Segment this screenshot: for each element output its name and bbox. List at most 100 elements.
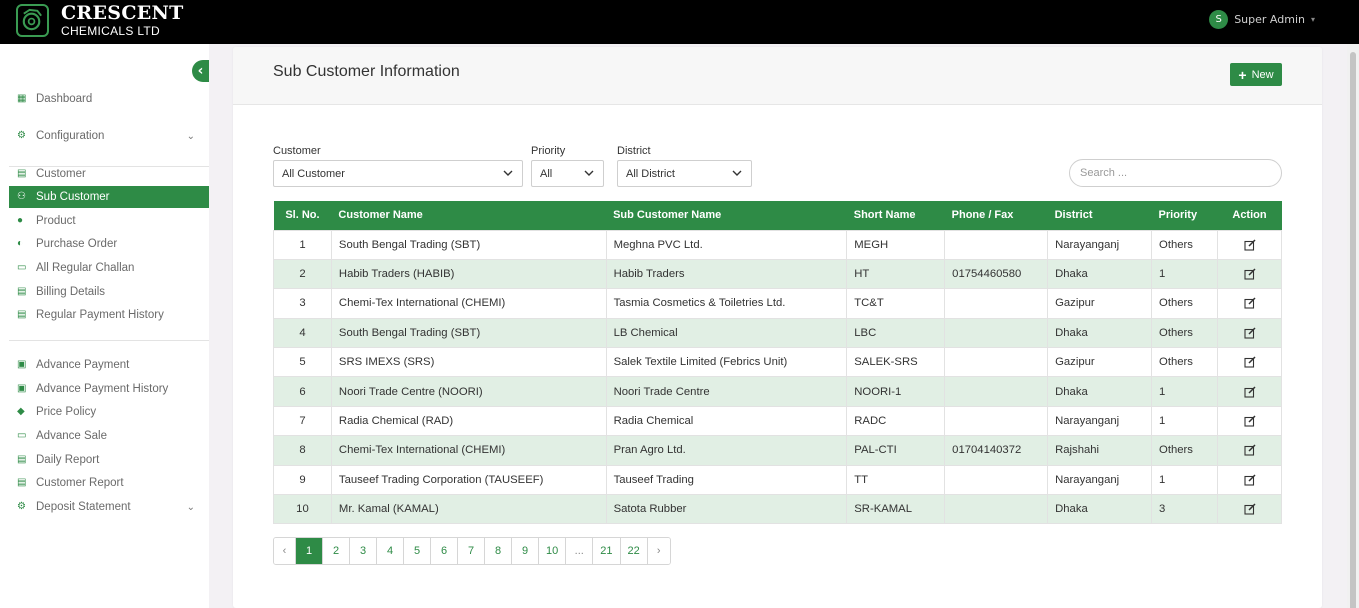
column-header[interactable]: Short Name [847,201,945,230]
edit-icon[interactable] [1243,239,1256,251]
avatar: S [1209,10,1229,29]
sidebar-item-purchase-order[interactable]: ◐ Purchase Order [9,233,209,255]
pagination-page-1[interactable]: 1 [296,538,323,564]
new-button[interactable]: + New [1230,63,1282,86]
edit-icon[interactable] [1243,356,1256,368]
scrollbar-thumb[interactable] [1350,52,1356,608]
edit-icon[interactable] [1243,415,1256,427]
sidebar-item-product[interactable]: ● Product [9,210,209,232]
priority-filter-select[interactable]: All [531,160,604,187]
priority-filter-label: Priority [531,145,566,157]
table-cell: Chemi-Tex International (CHEMI) [330,288,607,319]
table-cell: 9 [273,464,332,496]
table-cell: South Bengal Trading (SBT) [330,229,607,260]
table-cell: SR-KAMAL [846,494,946,525]
edit-icon[interactable] [1243,327,1256,339]
customer-filter-select[interactable]: All Customer [273,160,523,187]
sidebar-item-advance-payment[interactable]: ▣ Advance Payment [9,354,209,376]
table-cell: 2 [273,258,332,290]
pagination-page-2[interactable]: 2 [323,538,350,564]
sidebar-item-advance-sale[interactable]: ▭ Advance Sale [9,425,209,447]
district-filter-select[interactable]: All District [617,160,752,187]
sidebar-divider [9,166,209,167]
table-cell: Radia Chemical (RAD) [330,405,607,437]
sidebar-item-billing-details[interactable]: ▤ Billing Details [9,281,209,303]
pagination-page-9[interactable]: 9 [512,538,539,564]
sidebar-item-configuration[interactable]: ⚙ Configuration ⌄ [9,125,209,147]
chevron-down-icon [584,170,594,176]
sidebar-item-advance-payment-history[interactable]: ▣ Advance Payment History [9,378,209,400]
table-cell: Dhaka [1047,317,1153,349]
pie-icon: ◐ [17,238,24,249]
receipt-icon: ▣ [17,383,27,394]
column-header[interactable]: Sl. No. [274,201,332,230]
edit-icon[interactable] [1243,474,1256,486]
sidebar-item-label: Billing Details [36,286,106,298]
pagination: ‹ 1 2 3 4 5 6 7 8 9 10... 21 22 › [273,537,671,565]
table-row: 1 South Bengal Trading (SBT) Meghna PVC Lt… [273,229,1282,260]
column-header[interactable]: Customer Name [331,201,606,230]
chevron-down-icon [732,170,742,176]
sidebar-item-customer-report[interactable]: ▤ Customer Report [9,472,209,494]
table-cell: Tauseef Trading [605,464,848,496]
sidebar-item-all-regular-challan[interactable]: ▭ All Regular Challan [9,257,209,279]
pagination-page-7[interactable]: 7 [458,538,485,564]
table-cell: Narayanganj [1047,229,1153,260]
table-cell: SALEK-SRS [846,347,946,378]
table-cell [944,376,1049,407]
pagination-page-8[interactable]: 8 [485,538,512,564]
search-input[interactable]: Search ... [1069,159,1282,187]
table-cell: Tauseef Trading Corporation (TAUSEEF) [330,464,607,496]
sidebar-item-sub-customer[interactable]: ⚇ Sub Customer [9,186,209,208]
sidebar-item-deposit-statement[interactable]: ⚙ Deposit Statement ⌄ [9,496,209,518]
sidebar-item-price-policy[interactable]: ◆ Price Policy [9,401,209,423]
pagination-page-3[interactable]: 3 [350,538,377,564]
edit-icon[interactable] [1243,444,1256,456]
chevron-down-icon: ⌄ [186,130,195,142]
table-cell: Habib Traders (HABIB) [330,258,607,290]
page-scrollbar[interactable] [1347,44,1359,608]
edit-icon[interactable] [1243,386,1256,398]
column-header[interactable]: Action [1218,201,1282,230]
company-logo-icon[interactable] [16,4,49,37]
user-menu[interactable]: S Super Admin ▾ [1209,10,1315,29]
table-cell: Others [1151,288,1218,319]
document-icon: ▤ [17,454,27,465]
user-name: Super Admin [1234,13,1305,26]
edit-icon[interactable] [1243,503,1256,515]
pagination-page-4[interactable]: 4 [377,538,404,564]
sidebar-item-daily-report[interactable]: ▤ Daily Report [9,449,209,471]
sidebar-item-dashboard[interactable]: ▦ Dashboard [9,88,209,110]
sidebar-collapse-button[interactable]: ‹ [192,60,209,82]
table-cell: Habib Traders [605,258,848,290]
table-cell: 3 [1151,494,1218,525]
column-header[interactable]: Sub Customer Name [606,201,847,230]
sub-customer-table: Sl. No. Customer Name Sub Customer Name Sho… [273,201,1282,525]
district-filter-value: All District [626,167,675,180]
table-cell: RADC [846,405,946,437]
edit-icon[interactable] [1243,297,1256,310]
customer-filter-label: Customer [273,145,321,157]
sidebar-item-regular-payment-history[interactable]: ▤ Regular Payment History [9,304,209,326]
pagination-page-10[interactable]: 10 [539,538,567,564]
table-cell: 1 [1151,258,1218,290]
table-row: 8 Chemi-Tex International (CHEMI) Pran Agr… [273,435,1282,466]
pagination-page-6[interactable]: 6 [431,538,458,564]
table-row: 10 Mr. Kamal (KAMAL) Satota Rubber SR-KAMAL… [273,494,1282,525]
table-cell: 1 [273,229,332,260]
pagination-page-22[interactable]: 22 [620,538,648,564]
new-button-label: New [1251,68,1274,81]
table-row: 2 Habib Traders (HABIB) Habib Traders HT 017… [273,258,1282,290]
pagination-prev-button[interactable]: ‹ [274,538,296,564]
column-header[interactable]: District [1048,201,1152,230]
edit-icon[interactable] [1243,268,1256,280]
action-cell [1217,317,1282,349]
pagination-page-5[interactable]: 5 [404,538,431,564]
column-header[interactable]: Priority [1152,201,1218,230]
pagination-page-21[interactable]: 21 [593,538,621,564]
column-header[interactable]: Phone / Fax [945,201,1048,230]
table-cell: Tasmia Cosmetics & Toiletries Ltd. [605,288,848,319]
table-row: 6 Noori Trade Centre (NOORI) Noori Trade C… [273,376,1282,407]
table-cell: Narayanganj [1047,405,1153,437]
pagination-next-button[interactable]: › [647,538,670,564]
